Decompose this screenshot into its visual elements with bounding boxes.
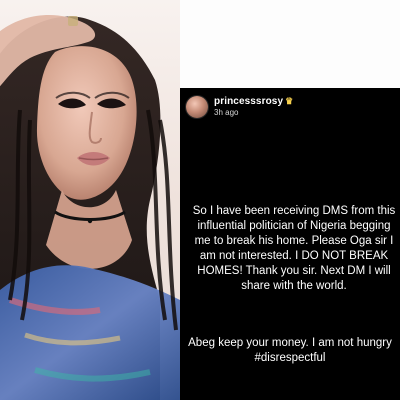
message2-line: #disrespectful <box>254 352 326 364</box>
message-line: So I have been receiving DMS from this <box>192 205 396 217</box>
screenshot-canvas: princesssrosy ♛ 3h ago So I have been re… <box>0 0 400 400</box>
message2-line: Abeg keep your money. I am not hungry <box>188 337 392 349</box>
avatar <box>186 96 208 118</box>
story-panel: princesssrosy ♛ 3h ago So I have been re… <box>180 88 400 400</box>
story-timestamp: 3h ago <box>214 108 239 117</box>
message-line: influential politician of Nigeria beggin… <box>197 220 391 232</box>
message-line: am not interested. I DO NOT BREAK <box>199 250 389 262</box>
story-username: princesssrosy ♛ <box>214 96 293 107</box>
message-line: share with the world. <box>241 280 347 292</box>
crown-icon: ♛ <box>285 96 294 106</box>
story-message: So I have been receiving DMS from this i… <box>188 204 400 294</box>
story-header: princesssrosy ♛ 3h ago <box>180 88 400 128</box>
portrait-photo <box>0 0 180 400</box>
story-message-2: Abeg keep your money. I am not hungry #d… <box>180 336 400 366</box>
username-text: princesssrosy <box>214 96 284 107</box>
message-line: me to break his home. Please Oga sir I <box>194 235 394 247</box>
message-line: HOMES! Thank you sir. Next DM I will <box>197 265 391 277</box>
portrait-illustration <box>0 0 180 400</box>
choker-pendant <box>87 218 93 224</box>
